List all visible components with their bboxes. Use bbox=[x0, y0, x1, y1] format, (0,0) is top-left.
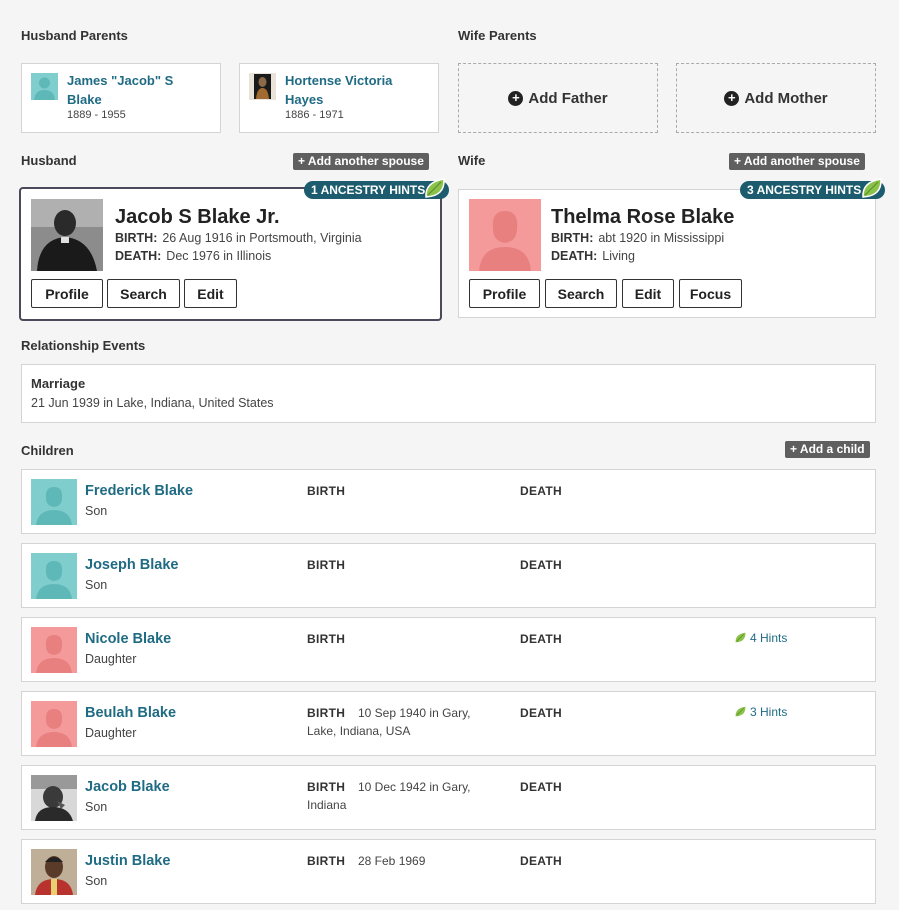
birth-value-place: Lake, Indiana, USA bbox=[307, 724, 411, 738]
wife-birth: BIRTH: abt 1920 in Mississippi bbox=[551, 231, 725, 245]
death-label: DEATH bbox=[520, 484, 562, 498]
birth-label: BIRTH bbox=[307, 780, 346, 794]
birth-label: BIRTH bbox=[307, 632, 346, 646]
birth-label: BIRTH bbox=[307, 854, 346, 868]
child-name[interactable]: Joseph Blake bbox=[85, 557, 179, 573]
wife-card[interactable]: Thelma Rose Blake BIRTH: abt 1920 in Miss… bbox=[458, 189, 876, 318]
child-name[interactable]: Jacob Blake bbox=[85, 779, 170, 795]
death-label: DEATH bbox=[520, 558, 562, 572]
wife-death: DEATH: Living bbox=[551, 249, 635, 263]
leaf-icon bbox=[862, 178, 882, 198]
wife-heading: Wife bbox=[458, 153, 486, 168]
marriage-event[interactable]: Marriage 21 Jun 1939 in Lake, Indiana, U… bbox=[21, 364, 876, 423]
child-relation: Daughter bbox=[85, 652, 137, 666]
search-button[interactable]: Search bbox=[545, 279, 617, 308]
add-spouse-button-wife[interactable]: + Add another spouse bbox=[729, 153, 865, 170]
child-name[interactable]: Nicole Blake bbox=[85, 631, 171, 647]
male-avatar-icon bbox=[31, 73, 58, 100]
child-row[interactable]: Nicole Blake Daughter BIRTH DEATH 4 Hint… bbox=[21, 617, 876, 682]
search-button[interactable]: Search bbox=[107, 279, 180, 308]
portrait-photo bbox=[31, 849, 77, 895]
death-label: DEATH bbox=[520, 632, 562, 646]
death-label: DEATH bbox=[520, 780, 562, 794]
parent-name[interactable]: Hortense Victoria Hayes bbox=[285, 71, 415, 109]
profile-button[interactable]: Profile bbox=[469, 279, 540, 308]
parent-card-mother[interactable]: Hortense Victoria Hayes 1886 - 1971 bbox=[239, 63, 439, 133]
husband-photo bbox=[31, 199, 103, 271]
child-row[interactable]: Joseph Blake Son BIRTH DEATH bbox=[21, 543, 876, 608]
add-mother-button[interactable]: + Add Mother bbox=[676, 63, 876, 133]
leaf-icon bbox=[735, 706, 746, 717]
parent-dates: 1886 - 1971 bbox=[285, 109, 344, 121]
birth-label: BIRTH bbox=[307, 484, 346, 498]
portrait-photo bbox=[31, 775, 77, 821]
male-avatar-icon bbox=[31, 553, 77, 599]
edit-button[interactable]: Edit bbox=[184, 279, 237, 308]
hints-link[interactable]: 3 Hints bbox=[734, 705, 787, 719]
child-name[interactable]: Beulah Blake bbox=[85, 705, 176, 721]
child-relation: Son bbox=[85, 800, 108, 814]
husband-birth: BIRTH: 26 Aug 1916 in Portsmouth, Virgini… bbox=[115, 231, 362, 245]
relationship-events-heading: Relationship Events bbox=[21, 338, 146, 353]
child-row[interactable]: Jacob Blake Son BIRTH 10 Dec 1942 in Gar… bbox=[21, 765, 876, 830]
child-relation: Son bbox=[85, 874, 108, 888]
marriage-detail: 21 Jun 1939 in Lake, Indiana, United Sta… bbox=[31, 396, 274, 410]
birth-value: 28 Feb 1969 bbox=[358, 854, 426, 868]
birth-value: 10 Dec 1942 in Gary, bbox=[358, 780, 471, 794]
hints-link[interactable]: 4 Hints bbox=[734, 631, 787, 645]
children-heading: Children bbox=[21, 443, 74, 458]
plus-circle-icon: + bbox=[508, 90, 524, 106]
husband-card[interactable]: Jacob S Blake Jr. BIRTH: 26 Aug 1916 in P… bbox=[19, 187, 442, 321]
parent-card-father[interactable]: James "Jacob" S Blake 1889 - 1955 bbox=[21, 63, 221, 133]
husband-name[interactable]: Jacob S Blake Jr. bbox=[115, 206, 280, 229]
add-father-button[interactable]: + Add Father bbox=[458, 63, 658, 133]
death-label: DEATH bbox=[520, 854, 562, 868]
husband-parents-heading: Husband Parents bbox=[21, 28, 128, 43]
focus-button[interactable]: Focus bbox=[679, 279, 742, 308]
birth-value: 10 Sep 1940 in Gary, bbox=[358, 706, 471, 720]
husband-heading: Husband bbox=[21, 153, 77, 168]
child-relation: Son bbox=[85, 504, 108, 518]
leaf-icon bbox=[735, 632, 746, 643]
child-row[interactable]: Justin Blake Son BIRTH 28 Feb 1969 DEATH bbox=[21, 839, 876, 904]
child-row[interactable]: Beulah Blake Daughter BIRTH 10 Sep 1940 … bbox=[21, 691, 876, 756]
child-relation: Daughter bbox=[85, 726, 137, 740]
death-label: DEATH bbox=[520, 706, 562, 720]
wife-parents-heading: Wife Parents bbox=[458, 28, 537, 43]
add-spouse-button-husband[interactable]: + Add another spouse bbox=[293, 153, 429, 170]
wife-name[interactable]: Thelma Rose Blake bbox=[551, 206, 734, 229]
parent-dates: 1889 - 1955 bbox=[67, 109, 126, 121]
birth-value-place: Indiana bbox=[307, 798, 347, 812]
plus-circle-icon: + bbox=[724, 90, 740, 106]
female-avatar-icon bbox=[469, 199, 541, 271]
child-relation: Son bbox=[85, 578, 108, 592]
birth-label: BIRTH bbox=[307, 706, 346, 720]
leaf-icon bbox=[425, 178, 445, 198]
female-avatar-icon bbox=[31, 627, 77, 673]
edit-button[interactable]: Edit bbox=[622, 279, 674, 308]
husband-death: DEATH: Dec 1976 in Illinois bbox=[115, 249, 272, 263]
male-avatar-icon bbox=[31, 479, 77, 525]
parent-name[interactable]: James "Jacob" S Blake bbox=[67, 71, 197, 109]
child-row[interactable]: Frederick Blake Son BIRTH DEATH bbox=[21, 469, 876, 534]
portrait-photo bbox=[249, 73, 276, 100]
profile-button[interactable]: Profile bbox=[31, 279, 103, 308]
child-name[interactable]: Frederick Blake bbox=[85, 483, 193, 499]
child-name[interactable]: Justin Blake bbox=[85, 853, 170, 869]
marriage-title: Marriage bbox=[31, 376, 86, 391]
female-avatar-icon bbox=[31, 701, 77, 747]
birth-label: BIRTH bbox=[307, 558, 346, 572]
add-child-button[interactable]: + Add a child bbox=[785, 441, 870, 458]
